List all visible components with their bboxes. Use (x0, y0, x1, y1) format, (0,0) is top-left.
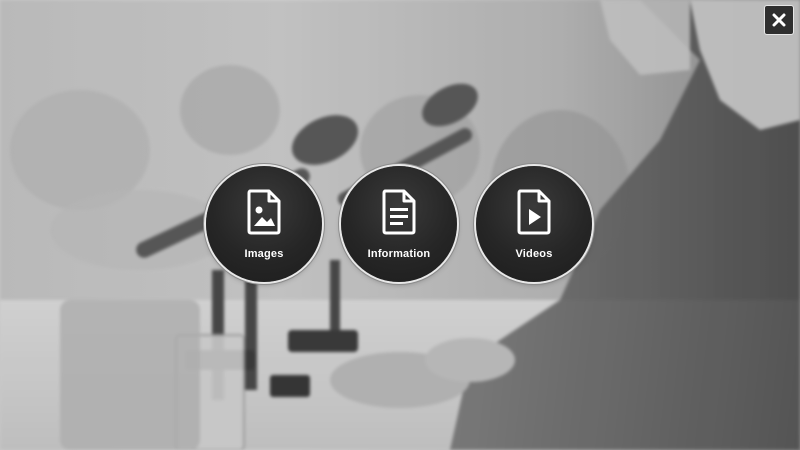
image-file-icon (247, 189, 281, 235)
close-icon (772, 13, 786, 27)
media-overlay: Images Information Videos (0, 0, 800, 450)
close-button[interactable] (764, 5, 794, 35)
videos-label: Videos (515, 248, 553, 260)
video-file-icon (517, 189, 551, 235)
videos-button[interactable]: Videos (476, 166, 592, 282)
images-label: Images (244, 248, 284, 260)
information-label: Information (367, 248, 431, 260)
information-button[interactable]: Information (341, 166, 457, 282)
images-button[interactable]: Images (206, 166, 322, 282)
document-text-icon (382, 189, 416, 235)
media-menu: Images Information Videos (206, 166, 594, 284)
